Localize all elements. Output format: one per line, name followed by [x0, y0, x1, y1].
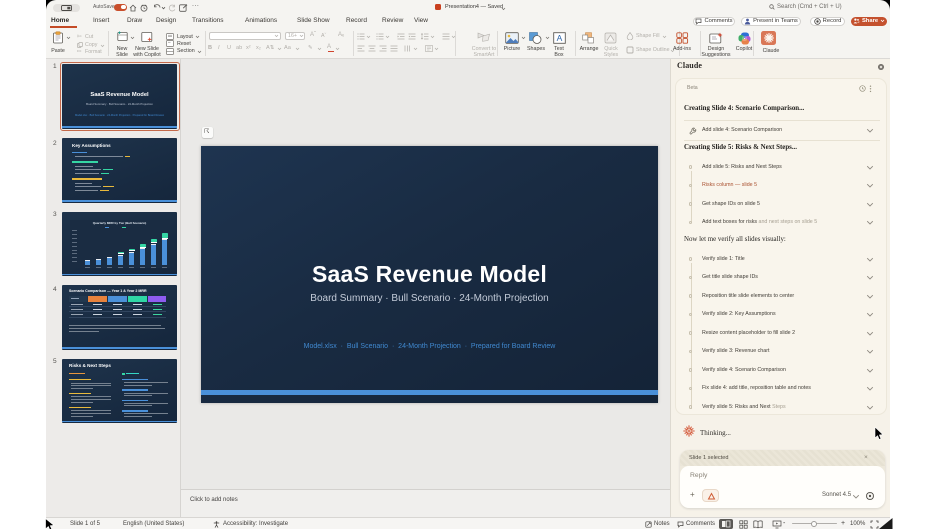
svg-text:A: A [557, 33, 563, 43]
